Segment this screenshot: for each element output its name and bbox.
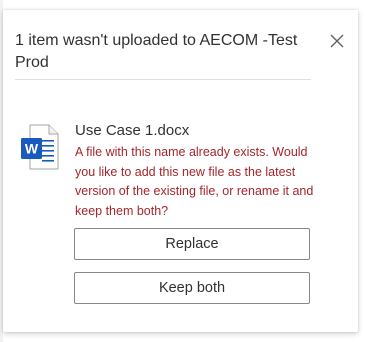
dialog-title: 1 item wasn't uploaded to AECOM -Test Pr…	[15, 32, 298, 71]
close-icon	[330, 34, 344, 48]
close-button[interactable]	[328, 32, 346, 50]
page: 1 item wasn't uploaded to AECOM -Test Pr…	[0, 0, 365, 342]
file-name: Use Case 1.docx	[75, 122, 190, 139]
file-details: Use Case 1.docx A file with this name al…	[75, 120, 335, 221]
replace-button[interactable]: Replace	[74, 228, 310, 260]
word-document-icon: W	[20, 124, 60, 170]
header-divider	[15, 79, 311, 80]
conflict-message: A file with this name already exists. Wo…	[75, 145, 314, 218]
upload-conflict-dialog: 1 item wasn't uploaded to AECOM -Test Pr…	[3, 10, 358, 332]
keep-both-button[interactable]: Keep both	[74, 272, 310, 304]
word-icon-letter: W	[25, 141, 39, 157]
